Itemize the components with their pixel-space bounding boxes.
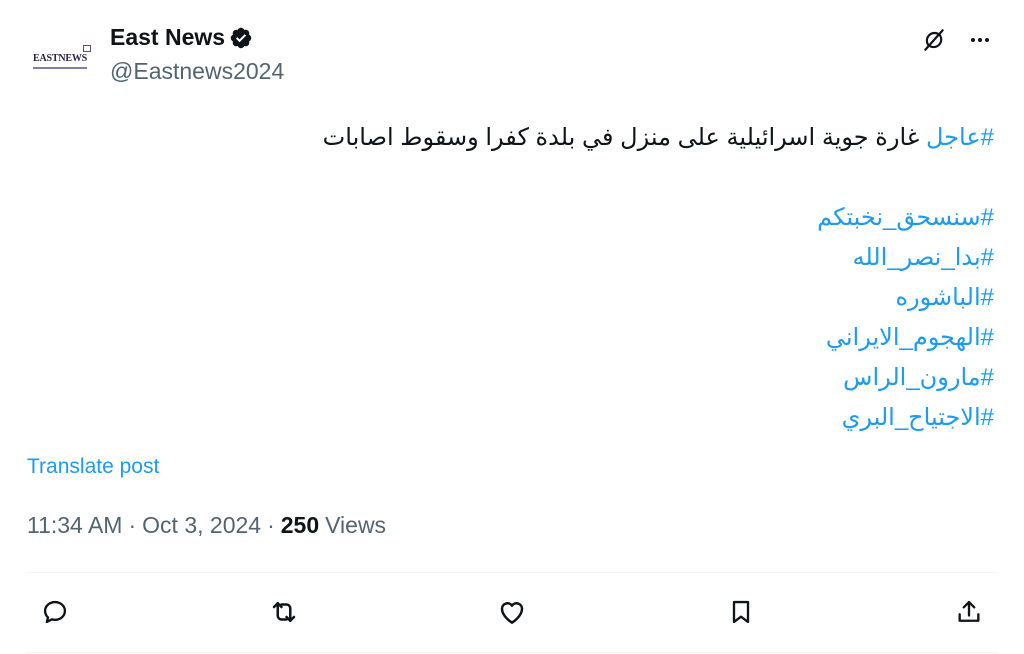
- bookmark-button[interactable]: [723, 594, 759, 630]
- tweet-date[interactable]: Oct 3, 2024: [142, 512, 261, 539]
- tweet-lead-text: غارة جوية اسرائيلية على منزل في بلدة كفر…: [322, 124, 926, 151]
- hashtag-link[interactable]: #سنسحق_نخبتكم: [134, 198, 994, 238]
- author-handle[interactable]: @Eastnews2024: [110, 58, 284, 85]
- reply-button[interactable]: [37, 594, 73, 630]
- avatar-logo-bar: [33, 66, 87, 69]
- divider: [27, 572, 997, 573]
- hashtag-link[interactable]: #الاجتياح_البري: [134, 398, 994, 438]
- author-display-name[interactable]: East News: [110, 24, 225, 51]
- hashtag-link[interactable]: #الهجوم_الايراني: [134, 318, 994, 358]
- like-icon: [500, 602, 524, 624]
- avatar[interactable]: EASTNEWS: [26, 24, 94, 92]
- share-icon: [958, 600, 980, 622]
- tweet-text: #عاجل غارة جوية اسرائيلية على منزل في بل…: [134, 118, 994, 438]
- hashtag-link[interactable]: #مارون_الراس: [134, 358, 994, 398]
- more-icon[interactable]: [966, 26, 994, 54]
- views-count[interactable]: 250: [281, 512, 319, 539]
- author-name-row: East News: [110, 24, 253, 51]
- reply-icon: [43, 600, 67, 624]
- like-button[interactable]: [494, 594, 530, 630]
- top-actions: [920, 26, 994, 54]
- bookmark-icon: [732, 600, 749, 624]
- repost-icon: [272, 602, 295, 622]
- meta-separator: ·: [267, 512, 275, 538]
- avatar-logo: EASTNEWS: [33, 44, 91, 69]
- share-button[interactable]: [951, 594, 987, 630]
- divider: [27, 652, 997, 653]
- views-label: Views: [325, 512, 387, 538]
- hashtag-link[interactable]: #الباشوره: [134, 278, 994, 318]
- action-bar: [27, 590, 997, 634]
- tweet-time[interactable]: 11:34 AM: [27, 512, 122, 539]
- hashtag-urgent[interactable]: #عاجل: [926, 124, 994, 151]
- tweet-lead-line: #عاجل غارة جوية اسرائيلية على منزل في بل…: [134, 118, 994, 158]
- tweet-meta: 11:34 AM · Oct 3, 2024 · 250 Views: [27, 512, 386, 539]
- verified-badge-icon: [230, 27, 252, 48]
- meta-separator: ·: [128, 512, 137, 538]
- grok-icon[interactable]: [920, 26, 948, 54]
- repost-button[interactable]: [266, 594, 302, 630]
- translate-post-link[interactable]: Translate post: [27, 455, 159, 479]
- hashtag-link[interactable]: #بدا_نصر_الله: [134, 238, 994, 278]
- avatar-logo-box: [82, 44, 91, 52]
- avatar-logo-text: EASTNEWS: [33, 52, 87, 64]
